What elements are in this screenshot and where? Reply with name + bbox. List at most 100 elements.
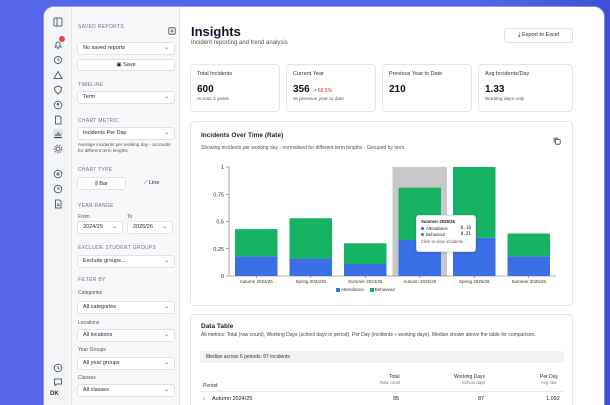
bar-behaviour (234, 229, 278, 257)
legend-item-attendance[interactable]: Attendance (336, 287, 364, 292)
saved-reports-select[interactable]: No saved reports ⌄ (77, 42, 175, 55)
notification-badge (59, 36, 65, 42)
new-report-icon[interactable] (168, 22, 176, 35)
chevron-down-icon: ⌄ (163, 387, 169, 393)
save-label: Save (123, 62, 136, 68)
locations-value: All locations (83, 332, 113, 338)
stat-change: 69.5% (317, 88, 333, 94)
legend-item-behaviour[interactable]: Behaviour (369, 287, 396, 292)
stat-card-previous-year: Previous Year to Date 210 (382, 64, 472, 112)
col-period[interactable]: Period (203, 383, 217, 389)
chart-tooltip: Summer 2025/26 Attendance 0.18 Behaviour 0… (416, 215, 476, 252)
locations-label: Locations (78, 320, 100, 326)
chart-type-bar-label: Bar (99, 181, 108, 187)
chart-type-bar-button[interactable]: ⫼ Bar (77, 177, 126, 190)
chart-metric-help: Average incidents per working day - acco… (78, 142, 171, 153)
locations-select[interactable]: All locations ⌄ (77, 329, 175, 342)
expand-chevron-icon[interactable]: › (203, 396, 205, 402)
gear-icon[interactable] (53, 144, 63, 154)
classes-value: All classes (83, 387, 109, 393)
exclude-groups-label: EXCLUDE STUDENT GROUPS (78, 245, 157, 251)
copy-icon[interactable] (553, 132, 561, 145)
chart-type-line-label: Line (148, 180, 160, 186)
insights-chart-icon[interactable] (53, 129, 63, 139)
bar-attendance (343, 264, 387, 276)
x-tick-label: Autumn 2025/26 (403, 279, 437, 284)
user-circle-icon[interactable] (53, 100, 63, 110)
export-excel-button[interactable]: ⤓ Export to Excel (504, 28, 573, 43)
attendance-swatch (421, 226, 424, 230)
from-year-value: 2024/25 (83, 224, 103, 230)
timeline-select[interactable]: Term ⌄ (77, 91, 175, 104)
y-tick-label: 0.75 (213, 192, 224, 198)
bar-behaviour (343, 243, 387, 265)
legend-label: Behaviour (374, 287, 396, 292)
help-clock-icon[interactable] (53, 363, 63, 373)
user-avatar[interactable]: DK (50, 391, 59, 397)
exclude-groups-select[interactable]: Exclude groups... ⌄ (77, 255, 175, 268)
stat-label: Current Year (293, 71, 324, 77)
col-total-sub: Raw count (380, 380, 401, 385)
stat-value: 600 (197, 84, 214, 95)
document-icon[interactable] (53, 115, 63, 125)
bar-attendance (234, 256, 278, 276)
row-total: 95 (393, 396, 400, 402)
stat-value: 356 (293, 84, 310, 95)
year-range-label: YEAR RANGE (78, 203, 114, 209)
chart-card: Incidents Over Time (Rate) Showing incid… (190, 121, 573, 306)
tooltip-behaviour-label: Behaviour (426, 232, 446, 237)
x-tick-label: Spring 2024/25 (295, 279, 326, 284)
trend-up-icon: ↗ (312, 88, 317, 94)
bar-behaviour (289, 218, 333, 259)
y-tick-label: 0.5 (216, 220, 224, 226)
to-year-select[interactable]: 2025/26 ⌄ (127, 221, 173, 234)
table-divider (200, 391, 564, 392)
clock-icon[interactable] (53, 184, 63, 194)
to-label: To (127, 214, 133, 220)
warning-icon[interactable] (53, 70, 63, 80)
main-content: Insights Incident reporting and trend an… (181, 7, 604, 405)
from-year-select[interactable]: 2024/25 ⌄ (77, 221, 123, 234)
bar-behaviour (507, 233, 551, 257)
tooltip-attendance-value: 0.18 (460, 225, 471, 231)
tooltip-title: Summer 2025/26 (421, 219, 455, 224)
categories-select[interactable]: All categories ⌄ (77, 301, 175, 314)
chart-metric-select[interactable]: Incidents Per Day ⌄ (77, 127, 175, 140)
y-tick-label: 0 (221, 274, 224, 280)
stat-value: 1.33 (485, 84, 505, 95)
chat-icon[interactable] (53, 377, 63, 387)
median-banner: Median across 6 periods: 87 incidents (200, 351, 564, 363)
tooltip-attendance-label: Attendance (426, 225, 448, 231)
file-icon[interactable] (53, 199, 63, 209)
classes-label: Classes (78, 375, 96, 381)
bar-attendance (507, 256, 551, 276)
categories-label: Categories (78, 290, 103, 296)
x-tick-label: Summer 2024/25 (348, 279, 383, 284)
shield-icon[interactable] (53, 85, 63, 95)
tooltip-behaviour-value: 0.21 (460, 232, 471, 237)
chart-type-line-button[interactable]: ⟋ Line (128, 177, 175, 190)
table-subtitle: All metrics: Total (raw count), Working … (201, 332, 536, 338)
stat-sub: vs previous year to date (293, 97, 344, 102)
x-tick-label: Autumn 2024/25 (240, 279, 274, 284)
col-per-day-sub: Avg rate (541, 380, 557, 385)
page-title: Insights (191, 24, 241, 39)
exclude-groups-value: Exclude groups... (83, 258, 126, 264)
filter-panel: SAVED REPORTS No saved reports ⌄ ▣ Save T… (72, 7, 180, 405)
chart-type-toggle: ⫼ Bar ⟋ Line (77, 177, 175, 190)
chevron-down-icon: ⌄ (161, 224, 167, 230)
sidebar-toggle-icon[interactable] (53, 17, 63, 27)
history-icon[interactable] (53, 55, 63, 65)
chevron-down-icon: ⌄ (163, 360, 169, 366)
row-period: Autumn 2024/25 (212, 396, 253, 402)
y-tick-label: 0.25 (213, 247, 224, 253)
plus-circle-icon[interactable] (53, 169, 63, 179)
chevron-down-icon: ⌄ (163, 304, 169, 310)
chart-title: Incidents Over Time (Rate) (201, 132, 284, 139)
chart-subtitle: Showing incidents per working day - norm… (201, 145, 405, 151)
save-button[interactable]: ▣ Save (77, 59, 175, 71)
year-groups-value: All year groups (83, 360, 120, 366)
year-groups-label: Year Groups (78, 347, 106, 353)
classes-select[interactable]: All classes ⌄ (77, 384, 175, 397)
year-groups-select[interactable]: All year groups ⌄ (77, 357, 175, 370)
